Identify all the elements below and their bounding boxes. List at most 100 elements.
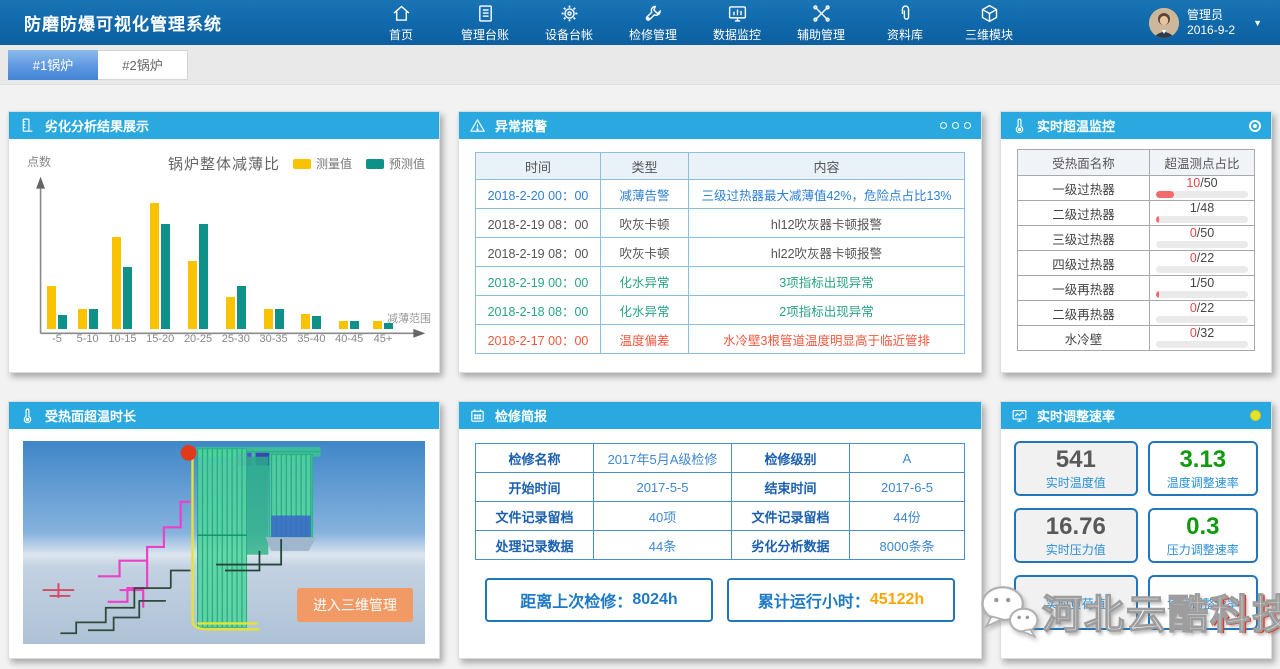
bar-测量值 bbox=[78, 309, 87, 329]
panel-title: 劣化分析结果展示 bbox=[45, 116, 149, 135]
alarm-row[interactable]: 2018-2-19 08：00吹灰卡顿hl22吹灰器卡顿报警 bbox=[476, 238, 965, 267]
bar-预测值 bbox=[384, 323, 393, 329]
document-icon bbox=[475, 3, 496, 24]
ratio-numerator: 10 bbox=[1186, 176, 1200, 190]
overtemp-row: 一级再热器1/50 bbox=[1018, 276, 1255, 301]
home-icon bbox=[391, 3, 412, 24]
nav-item-label: 辅助管理 bbox=[797, 26, 845, 43]
ruler-icon bbox=[19, 117, 36, 134]
panel-title: 受热面超温时长 bbox=[45, 406, 136, 425]
monitor-line-icon bbox=[1011, 407, 1028, 424]
column-header: 受热面名称 bbox=[1018, 150, 1150, 176]
field-value: 8000条条 bbox=[850, 531, 965, 560]
status-indicator[interactable] bbox=[1249, 120, 1261, 132]
alarm-row[interactable]: 2018-2-20 00：00减薄告警三级过热器最大减薄值42%，危险点占比13… bbox=[476, 180, 965, 209]
ratio-numerator: 0 bbox=[1190, 301, 1197, 315]
alarm-row[interactable]: 2018-2-19 00：00化水异常3项指标出现异常 bbox=[476, 267, 965, 296]
alarm-row[interactable]: 2018-2-17 00：00温度偏差水冷壁3根管道温度明显高于临近管排 bbox=[476, 325, 965, 354]
paperclip-icon bbox=[895, 3, 916, 24]
column-header: 类型 bbox=[601, 153, 689, 180]
overtemp-ratio: 0/22 bbox=[1150, 301, 1255, 326]
alarm-content: 2项指标出现异常 bbox=[689, 296, 965, 325]
rate-label: 负荷调整速率 bbox=[1167, 595, 1239, 612]
ratio-denominator: /22 bbox=[1197, 301, 1214, 315]
last-inspection-button[interactable]: 距离上次检修：8024h bbox=[485, 578, 713, 622]
bar-group: 20-25 bbox=[184, 224, 212, 333]
boiler-3d-visualization[interactable]: 进入三维管理 bbox=[23, 441, 425, 644]
alarm-time: 2018-2-19 00：00 bbox=[476, 267, 601, 296]
panel-inspection-brief: 检修简报 检修名称2017年5月A级检修检修级别A开始时间2017-5-5结束时… bbox=[458, 401, 982, 659]
alarm-row[interactable]: 2018-2-18 08：00化水异常2项指标出现异常 bbox=[476, 296, 965, 325]
bar-测量值 bbox=[226, 297, 235, 329]
alarm-time: 2018-2-19 08：00 bbox=[476, 238, 601, 267]
bar-测量值 bbox=[188, 261, 197, 329]
rate-card: 3.13温度调整速率 bbox=[1148, 441, 1258, 496]
tab-boiler-2[interactable]: #2锅炉 bbox=[98, 50, 188, 80]
rate-card: 负荷调整速率 bbox=[1148, 575, 1258, 630]
nav-item-auxiliary[interactable]: 辅助管理 bbox=[792, 3, 850, 43]
status-indicator[interactable] bbox=[1250, 410, 1261, 421]
overtemp-row: 三级过热器0/50 bbox=[1018, 226, 1255, 251]
nav-item-library[interactable]: 资料库 bbox=[876, 3, 934, 43]
bar-测量值 bbox=[47, 286, 56, 329]
bars bbox=[373, 321, 393, 329]
progress-track bbox=[1156, 241, 1248, 248]
warning-triangle-icon bbox=[469, 117, 486, 134]
nav-item-ledger[interactable]: 管理台账 bbox=[456, 3, 514, 43]
cube-icon bbox=[979, 3, 1000, 24]
inspection-row: 检修名称2017年5月A级检修检修级别A bbox=[476, 444, 965, 473]
nav-item-label: 首页 bbox=[389, 26, 413, 43]
nav-item-label: 数据监控 bbox=[713, 26, 761, 43]
field-label: 检修名称 bbox=[476, 444, 594, 473]
wrench-icon bbox=[643, 3, 664, 24]
chevron-down-icon[interactable]: ▼ bbox=[1253, 18, 1262, 28]
overtemp-row: 一级过热器10/50 bbox=[1018, 176, 1255, 201]
ratio-text: 10/50 bbox=[1150, 177, 1254, 190]
panel-overtemp-duration: 受热面超温时长 bbox=[8, 401, 440, 659]
panel-options-dots[interactable] bbox=[940, 122, 971, 129]
alarm-time: 2018-2-20 00：00 bbox=[476, 180, 601, 209]
bar-预测值 bbox=[161, 224, 170, 329]
ratio-text: 1/48 bbox=[1150, 202, 1254, 215]
ratio-denominator: /50 bbox=[1197, 276, 1214, 290]
ratio-text: 0/22 bbox=[1150, 252, 1254, 265]
bar-测量值 bbox=[112, 237, 121, 329]
alarm-row[interactable]: 2018-2-19 08：00吹灰卡顿hl12吹灰器卡顿报警 bbox=[476, 209, 965, 238]
inspection-row: 处理记录数据44条劣化分析数据8000条条 bbox=[476, 531, 965, 560]
nav-item-maintenance[interactable]: 检修管理 bbox=[624, 3, 682, 43]
nav-item-label: 资料库 bbox=[887, 26, 923, 43]
progress-fill bbox=[1156, 216, 1159, 223]
user-block[interactable]: 管理员 2016-9-2 ▼ bbox=[1149, 0, 1262, 45]
bars bbox=[339, 321, 359, 329]
alarm-type: 温度偏差 bbox=[601, 325, 689, 354]
total-hours-button[interactable]: 累计运行小时：45122h bbox=[727, 578, 955, 622]
overtemp-ratio: 0/50 bbox=[1150, 226, 1255, 251]
rate-label: 温度调整速率 bbox=[1167, 474, 1239, 491]
nav-item-monitoring[interactable]: 数据监控 bbox=[708, 3, 766, 43]
ratio-text: 0/22 bbox=[1150, 302, 1254, 315]
ratio-numerator: 0 bbox=[1190, 226, 1197, 240]
nav-item-threed[interactable]: 三维模块 bbox=[960, 3, 1018, 43]
alarm-type: 减薄告警 bbox=[601, 180, 689, 209]
field-label: 文件记录留档 bbox=[476, 502, 594, 531]
field-value: 2017-6-5 bbox=[850, 473, 965, 502]
alarm-content: hl22吹灰器卡顿报警 bbox=[689, 238, 965, 267]
nav-item-equipment[interactable]: 设备台帐 bbox=[540, 3, 598, 43]
overtemp-ratio: 10/50 bbox=[1150, 176, 1255, 201]
column-header: 内容 bbox=[689, 153, 965, 180]
panel-title: 实时调整速率 bbox=[1037, 406, 1115, 425]
progress-fill bbox=[1156, 191, 1174, 198]
enter-3d-management-button[interactable]: 进入三维管理 bbox=[297, 588, 413, 622]
field-label: 处理记录数据 bbox=[476, 531, 594, 560]
alarm-content: 3项指标出现异常 bbox=[689, 267, 965, 296]
rate-card: 541实时温度值 bbox=[1014, 441, 1138, 496]
tab-boiler-1[interactable]: #1锅炉 bbox=[8, 50, 98, 80]
surface-name: 四级过热器 bbox=[1018, 251, 1150, 276]
bar-测量值 bbox=[373, 321, 382, 329]
progress-track bbox=[1156, 266, 1248, 273]
surface-name: 水冷壁 bbox=[1018, 326, 1150, 351]
field-value: A bbox=[850, 444, 965, 473]
dashboard: 劣化分析结果展示 点数 锅炉整体减薄比 测量值预测值 减薄范围 -55-1010… bbox=[0, 85, 1280, 659]
field-label: 检修级别 bbox=[732, 444, 850, 473]
nav-item-home[interactable]: 首页 bbox=[372, 3, 430, 43]
